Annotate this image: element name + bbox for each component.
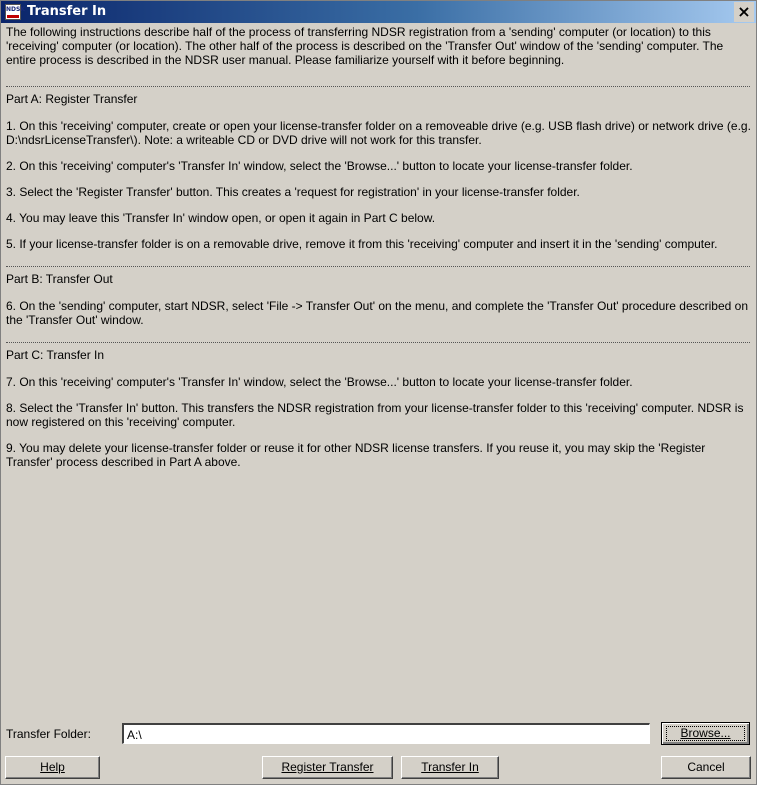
- step-5: 5. If your license-transfer folder is on…: [6, 237, 718, 251]
- part-b-heading: Part B: Transfer Out: [6, 272, 113, 286]
- browse-button[interactable]: Browse...: [661, 722, 750, 745]
- step-9: 9. You may delete your license-transfer …: [6, 441, 706, 469]
- transfer-folder-input[interactable]: A:\: [122, 723, 650, 744]
- separator: [6, 342, 750, 343]
- transfer-in-dialog: NDSK Transfer In × The following instruc…: [0, 0, 757, 785]
- window-title: Transfer In: [27, 4, 107, 19]
- close-icon[interactable]: ×: [734, 2, 754, 22]
- part-c-heading: Part C: Transfer In: [6, 348, 105, 362]
- instructions-panel: The following instructions describe half…: [6, 25, 751, 481]
- step-3: 3. Select the 'Register Transfer' button…: [6, 185, 580, 199]
- step-7: 7. On this 'receiving' computer's 'Trans…: [6, 375, 633, 389]
- cancel-button[interactable]: Cancel: [661, 756, 751, 779]
- title-bar[interactable]: NDSK Transfer In ×: [1, 1, 756, 23]
- step-4: 4. You may leave this 'Transfer In' wind…: [6, 211, 436, 225]
- part-a-heading: Part A: Register Transfer: [6, 92, 138, 106]
- step-2: 2. On this 'receiving' computer's 'Trans…: [6, 159, 633, 173]
- separator: [6, 86, 750, 87]
- step-8: 8. Select the 'Transfer In' button. This…: [6, 401, 744, 429]
- register-transfer-button[interactable]: Register Transfer: [262, 756, 393, 779]
- step-6: 6. On the 'sending' computer, start NDSR…: [6, 299, 749, 327]
- ndsr-app-icon: NDSK: [5, 4, 25, 20]
- step-1: 1. On this 'receiving' computer, create …: [6, 119, 751, 147]
- help-button[interactable]: Help: [5, 756, 100, 779]
- transfer-folder-label: Transfer Folder:: [6, 727, 91, 741]
- intro-text: The following instructions describe half…: [6, 25, 724, 67]
- transfer-in-button[interactable]: Transfer In: [401, 756, 499, 779]
- separator: [6, 266, 750, 267]
